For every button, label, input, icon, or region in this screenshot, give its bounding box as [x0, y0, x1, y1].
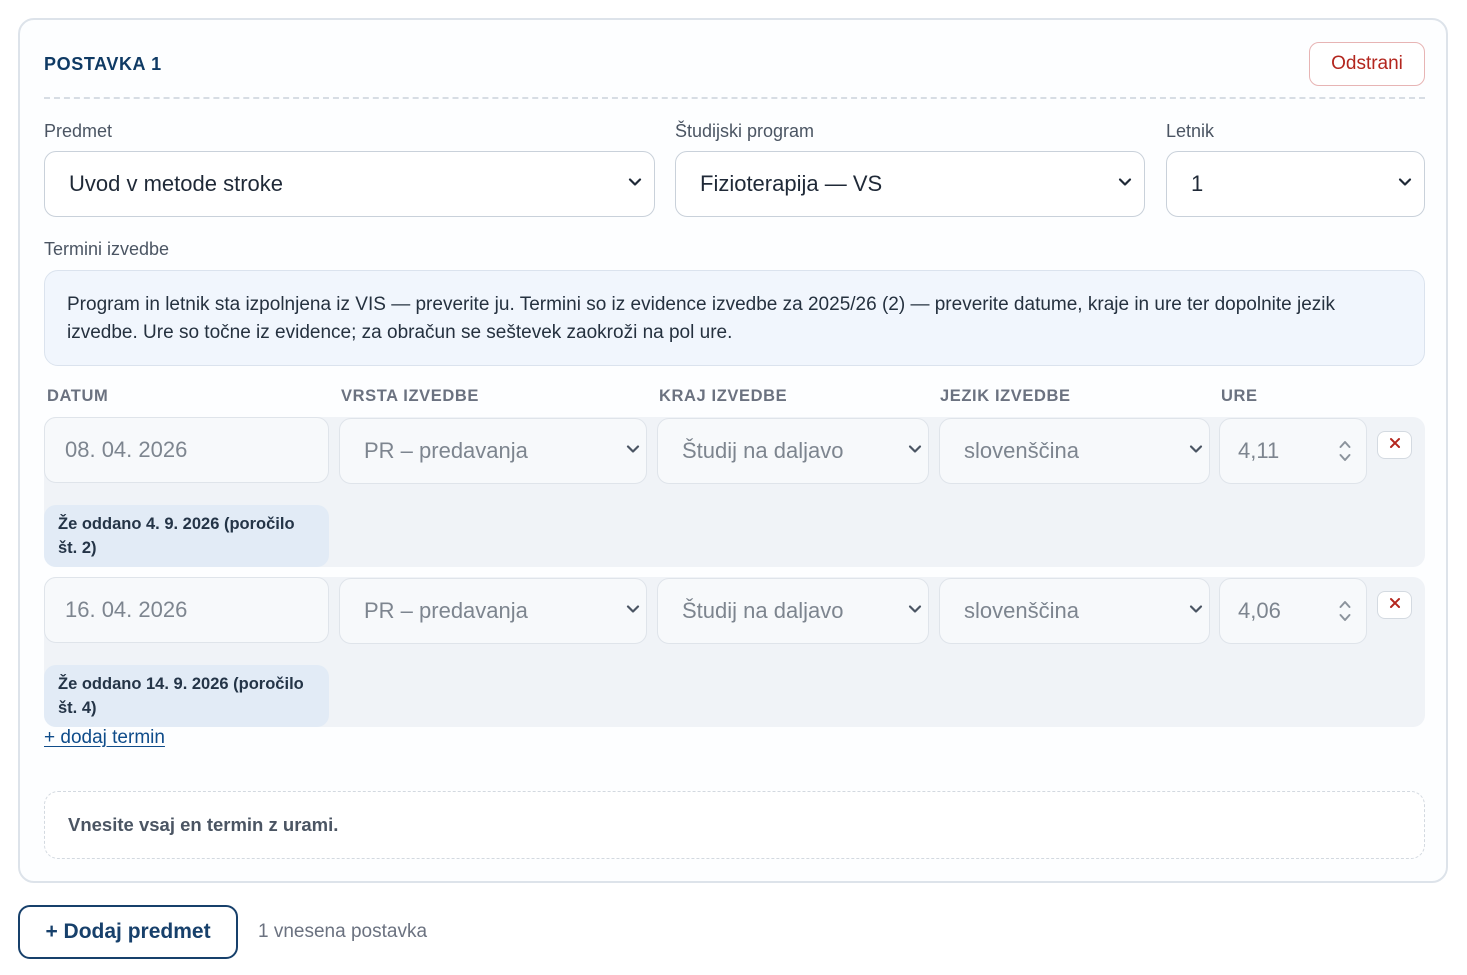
item-title: POSTAVKA 1: [44, 54, 162, 74]
subject-select[interactable]: Uvod v metode stroke: [44, 151, 655, 217]
hours-input[interactable]: 4,06: [1219, 578, 1367, 644]
remove-term-button[interactable]: [1377, 431, 1412, 459]
info-note: Program in letnik sta izpolnjena iz VIS …: [44, 270, 1425, 366]
language-value: slovenščina: [964, 438, 1079, 463]
language-value: slovenščina: [964, 598, 1079, 623]
column-header-language: JEZIK IZVEDBE: [940, 387, 1071, 405]
hours-value: 4,06: [1238, 598, 1281, 623]
item-card: POSTAVKA 1 Odstrani Predmet Uvod v metod…: [18, 18, 1448, 883]
type-value: PR – predavanja: [364, 438, 528, 463]
chevron-down-icon: [1189, 602, 1203, 616]
language-select[interactable]: slovenščina: [939, 418, 1210, 484]
type-value: PR – predavanja: [364, 598, 528, 623]
close-icon: [1389, 596, 1401, 614]
column-header-type: VRSTA IZVEDBE: [341, 387, 479, 405]
terms-label: Termini izvedbe: [44, 239, 170, 259]
type-select[interactable]: PR – predavanja: [339, 418, 647, 484]
date-input[interactable]: 08. 04. 2026: [44, 417, 329, 483]
chevron-down-icon: [628, 175, 642, 189]
divider: [44, 97, 1425, 99]
close-icon: [1389, 436, 1401, 454]
place-select[interactable]: Študij na daljavo: [657, 418, 929, 484]
add-subject-button[interactable]: + Dodaj predmet: [18, 905, 238, 959]
stepper-icon[interactable]: [1338, 438, 1352, 464]
date-input[interactable]: 16. 04. 2026: [44, 577, 329, 643]
column-header-date: DATUM: [47, 387, 109, 405]
subject-label: Predmet: [44, 121, 113, 141]
hours-input[interactable]: 4,11: [1219, 418, 1367, 484]
language-select[interactable]: slovenščina: [939, 578, 1210, 644]
chevron-down-icon: [908, 602, 922, 616]
year-value: 1: [1191, 171, 1204, 196]
chevron-down-icon: [1189, 442, 1203, 456]
validation-text: Vnesite vsaj en termin z urami.: [68, 814, 339, 835]
column-header-place: KRAJ IZVEDBE: [659, 387, 788, 405]
submitted-badge: Že oddano 14. 9. 2026 (poročilo št. 4): [44, 665, 329, 727]
add-term-link[interactable]: + dodaj termin: [44, 727, 165, 749]
remove-term-button[interactable]: [1377, 591, 1412, 619]
chevron-down-icon: [626, 442, 640, 456]
program-label: Študijski program: [675, 121, 815, 141]
subject-value: Uvod v metode stroke: [69, 171, 283, 196]
year-select[interactable]: 1: [1166, 151, 1425, 217]
item-count: 1 vnesena postavka: [258, 921, 428, 942]
program-value: Fizioterapija — VS: [700, 171, 883, 196]
submitted-badge: Že oddano 4. 9. 2026 (poročilo št. 2): [44, 505, 329, 567]
place-select[interactable]: Študij na daljavo: [657, 578, 929, 644]
chevron-down-icon: [1398, 175, 1412, 189]
chevron-down-icon: [626, 602, 640, 616]
remove-item-button[interactable]: Odstrani: [1309, 42, 1425, 86]
date-value: 16. 04. 2026: [65, 597, 188, 622]
place-value: Študij na daljavo: [682, 438, 844, 463]
type-select[interactable]: PR – predavanja: [339, 578, 647, 644]
program-select[interactable]: Fizioterapija — VS: [675, 151, 1145, 217]
stepper-icon[interactable]: [1338, 598, 1352, 624]
date-value: 08. 04. 2026: [65, 437, 188, 462]
year-label: Letnik: [1166, 121, 1215, 141]
chevron-down-icon: [1118, 175, 1132, 189]
hours-value: 4,11: [1238, 438, 1280, 463]
chevron-down-icon: [908, 442, 922, 456]
column-header-hours: URE: [1221, 387, 1258, 405]
validation-message: Vnesite vsaj en termin z urami.: [44, 791, 1425, 859]
place-value: Študij na daljavo: [682, 598, 844, 623]
